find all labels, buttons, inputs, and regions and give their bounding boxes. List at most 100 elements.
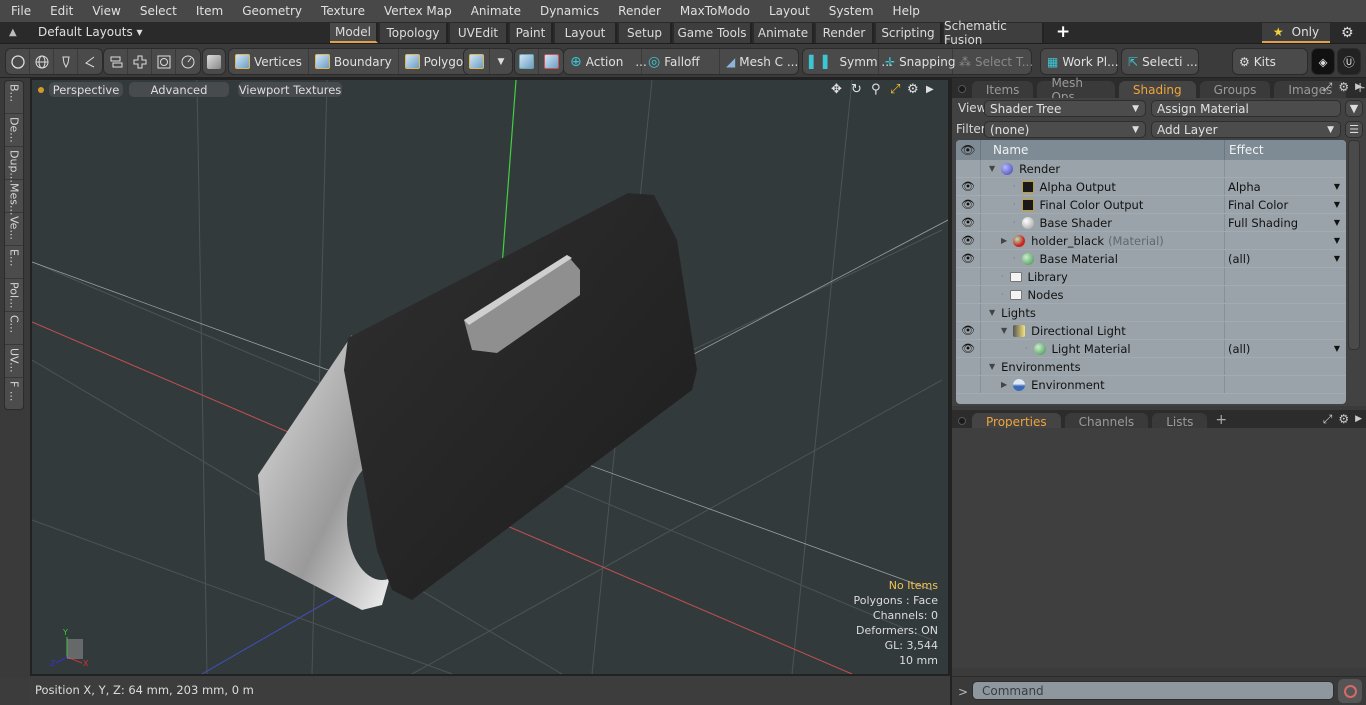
panel-more-icon[interactable]: ▶ xyxy=(1355,82,1362,95)
viewport-menu-dot[interactable] xyxy=(38,87,44,93)
mesh-constraint-button[interactable]: ◢ Mesh C ... xyxy=(720,49,798,74)
tree-row[interactable]: · Library xyxy=(956,268,1346,286)
eye-icon[interactable]: 👁 xyxy=(956,232,981,249)
chevron-down-icon[interactable]: ▼ xyxy=(1334,254,1340,263)
menu-render[interactable]: Render xyxy=(607,4,669,18)
expand-down-icon[interactable]: ▼ xyxy=(989,362,995,371)
action-center-button[interactable]: ⊕ Action... xyxy=(564,49,647,74)
left-tab[interactable]: Mes... xyxy=(5,180,23,215)
menu-vertex-map[interactable]: Vertex Map xyxy=(373,4,460,18)
tree-row-effect[interactable]: (all) ▼ xyxy=(1225,250,1346,267)
globe-tool-icon[interactable] xyxy=(30,49,54,74)
perspective-button[interactable]: Perspective xyxy=(49,82,123,97)
layout-tab-animate[interactable]: Animate xyxy=(754,23,814,43)
expand-icon[interactable]: ⤢ xyxy=(1323,80,1333,95)
viewport-more-icon[interactable]: ▶ xyxy=(926,84,934,95)
tree-row[interactable]: 👁 · Light Material (all) ▼ xyxy=(956,340,1346,358)
left-tab[interactable]: UV... xyxy=(5,345,23,378)
tab-mesh-ops[interactable]: Mesh Ops xyxy=(1037,76,1115,104)
add-layout-tab-button[interactable]: + xyxy=(1056,22,1070,42)
tab-items[interactable]: Items xyxy=(971,81,1034,98)
panel-menu-dot[interactable] xyxy=(958,417,966,425)
tab-groups[interactable]: Groups xyxy=(1199,81,1271,98)
menu-help[interactable]: Help xyxy=(882,4,928,18)
tree-row[interactable]: 👁 · Base Shader Full Shading ▼ xyxy=(956,214,1346,232)
panel-gear-icon[interactable]: ⚙ xyxy=(1338,412,1349,427)
selection-sets-button[interactable]: ⇱ Selecti ... xyxy=(1122,49,1204,74)
tree-row-effect[interactable]: Final Color ▼ xyxy=(1225,196,1346,213)
left-tab[interactable]: Pol... xyxy=(5,279,23,312)
tree-row[interactable]: ▶ Environment xyxy=(956,376,1346,394)
panel-menu-dot[interactable] xyxy=(958,85,966,93)
assign-material-button[interactable]: Assign Material xyxy=(1151,100,1341,117)
snapping-button[interactable]: ✛ Snapping xyxy=(879,49,955,74)
left-tab[interactable]: C... xyxy=(5,312,23,345)
layout-tab-render[interactable]: Render xyxy=(816,23,874,43)
menu-view[interactable]: View xyxy=(81,4,128,18)
zoom-view-icon[interactable]: ⚲ xyxy=(871,82,881,97)
expand-down-icon[interactable]: ▼ xyxy=(989,308,995,317)
tree-scrollbar[interactable] xyxy=(1348,140,1360,350)
name-column-header[interactable]: Name xyxy=(981,140,1225,160)
list-options-icon[interactable]: ☰ xyxy=(1345,121,1363,138)
panel-gear-icon[interactable]: ⚙ xyxy=(1338,80,1349,95)
cross-tool-icon[interactable] xyxy=(128,49,152,74)
material-cube-icon[interactable] xyxy=(464,49,490,74)
tree-row-effect[interactable]: Full Shading ▼ xyxy=(1225,214,1346,231)
circle-tool-icon[interactable] xyxy=(6,49,30,74)
eye-icon[interactable]: 👁 xyxy=(956,178,981,195)
eye-column-empty[interactable] xyxy=(956,376,981,393)
menu-select[interactable]: Select xyxy=(129,4,185,18)
tree-row[interactable]: 👁 · Final Color Output Final Color ▼ xyxy=(956,196,1346,214)
tree-row-effect[interactable]: ▼ xyxy=(1225,232,1346,249)
tree-row-effect[interactable]: (all) ▼ xyxy=(1225,340,1346,357)
layout-tab-model[interactable]: Model xyxy=(330,23,378,43)
viewport-textures-button[interactable]: Viewport Textures xyxy=(238,82,342,97)
gray-cube-icon[interactable] xyxy=(203,49,225,74)
work-plane-button[interactable]: ▦ Work Pl... xyxy=(1041,49,1125,74)
eye-column-empty[interactable] xyxy=(956,268,981,285)
filter-funnel-icon[interactable]: ▼ xyxy=(1345,100,1363,117)
eye-icon[interactable]: 👁 xyxy=(956,250,981,267)
tree-row[interactable]: 👁 · Base Material (all) ▼ xyxy=(956,250,1346,268)
tree-row[interactable]: 👁 ▶ holder_black (Material) ▼ xyxy=(956,232,1346,250)
chevron-down-icon[interactable]: ▼ xyxy=(490,49,512,74)
select-through-button[interactable]: ⁂ Select T... xyxy=(953,49,1033,74)
tree-row[interactable]: ▼ Render xyxy=(956,160,1346,178)
menu-texture[interactable]: Texture xyxy=(310,4,373,18)
layout-tab-schematic-fusion[interactable]: Schematic Fusion xyxy=(944,19,1044,47)
expand-down-icon[interactable]: ▼ xyxy=(989,164,995,173)
chevron-down-icon[interactable]: ▼ xyxy=(1334,200,1340,209)
square-circle-tool-icon[interactable] xyxy=(152,49,176,74)
eye-column-empty[interactable] xyxy=(956,286,981,303)
filter-dropdown[interactable]: (none) ▼ xyxy=(984,121,1146,138)
tab-shading[interactable]: Shading xyxy=(1118,81,1196,98)
menu-geometry[interactable]: Geometry xyxy=(231,4,310,18)
tree-row[interactable]: 👁 · Alpha Output Alpha ▼ xyxy=(956,178,1346,196)
layout-tab-game-tools[interactable]: Game Tools xyxy=(674,23,752,43)
unreal-button[interactable]: Ⓤ xyxy=(1337,48,1361,75)
effect-column-header[interactable]: Effect xyxy=(1225,143,1264,157)
menu-dynamics[interactable]: Dynamics xyxy=(529,4,607,18)
chevron-down-icon[interactable]: ▼ xyxy=(1334,182,1340,191)
expand-right-icon[interactable]: ▶ xyxy=(1001,236,1007,245)
left-tab[interactable]: Dup... xyxy=(5,147,23,183)
expand-down-icon[interactable]: ▼ xyxy=(1001,326,1007,335)
eye-column-empty[interactable] xyxy=(956,160,981,177)
eye-column-empty[interactable] xyxy=(956,304,981,321)
command-input[interactable]: Command xyxy=(972,681,1334,700)
stack-tool-icon[interactable] xyxy=(104,49,128,74)
only-favorites-button[interactable]: ★ Only xyxy=(1262,23,1330,43)
symmetry-button[interactable]: ▌▐ Symm ... xyxy=(803,49,893,74)
layout-tab-paint[interactable]: Paint xyxy=(510,23,553,43)
boundary-mode-button[interactable]: Boundary xyxy=(309,49,399,74)
left-tab[interactable]: F ... xyxy=(5,378,23,411)
advanced-button[interactable]: Advanced xyxy=(129,82,229,97)
maximize-view-icon[interactable]: ⤢ xyxy=(890,82,900,97)
layout-tab-setup[interactable]: Setup xyxy=(619,23,672,43)
chevron-down-icon[interactable]: ▼ xyxy=(1334,236,1340,245)
menu-edit[interactable]: Edit xyxy=(39,4,81,18)
add-layer-dropdown[interactable]: Add Layer ▼ xyxy=(1151,121,1341,138)
center-icon[interactable] xyxy=(515,49,539,74)
left-tab[interactable]: Ve... xyxy=(5,213,23,246)
